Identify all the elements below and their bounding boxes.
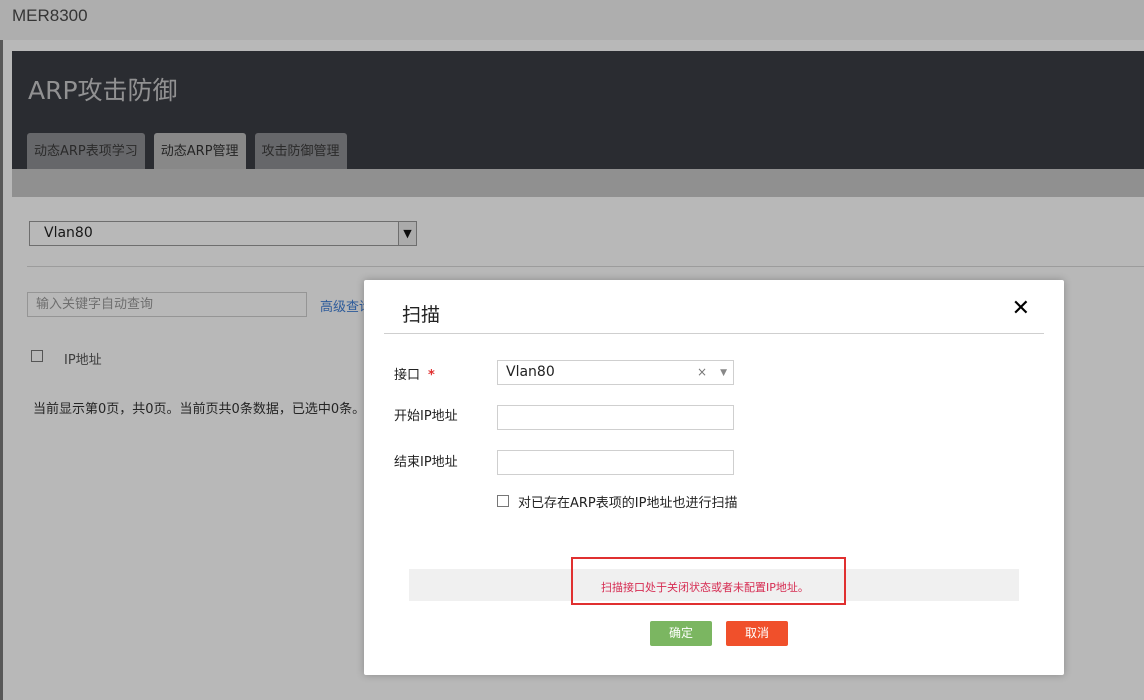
interface-label-text: 接口 [394,368,421,383]
required-marker: * [428,368,435,383]
scan-interface-select[interactable]: Vlan80 × ▼ [497,360,734,385]
dialog-divider [384,333,1044,334]
highlight-box [571,557,846,605]
caret-down-icon[interactable]: ▼ [720,362,727,385]
interface-label: 接口 * [394,364,435,383]
cancel-button[interactable]: 取消 [726,621,788,646]
ok-button[interactable]: 确定 [650,621,712,646]
start-ip-input[interactable] [497,405,734,430]
dialog-title: 扫描 [402,304,441,326]
scan-interface-value: Vlan80 [506,364,555,380]
end-ip-input[interactable] [497,450,734,475]
scan-dialog: 扫描 ✕ 接口 * Vlan80 × ▼ 开始IP地址 结束IP地址 对已存在AR… [364,280,1064,675]
start-ip-label: 开始IP地址 [394,409,458,424]
close-icon[interactable]: ✕ [1012,297,1030,321]
end-ip-label: 结束IP地址 [394,455,458,470]
scan-existing-checkbox[interactable] [497,495,509,507]
clear-icon[interactable]: × [697,361,707,384]
scan-existing-label: 对已存在ARP表项的IP地址也进行扫描 [518,496,738,511]
